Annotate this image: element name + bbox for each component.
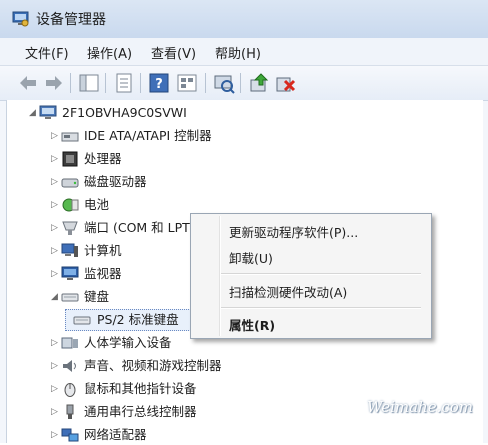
menu-file[interactable]: 文件(F) (25, 43, 69, 62)
show-hide-tree-icon[interactable] (78, 72, 100, 94)
network-icon (61, 428, 79, 442)
tree-item-label: 键盘 (84, 289, 110, 304)
keyboard-icon (61, 293, 79, 302)
context-update-driver[interactable]: 更新驱动程序软件(P)... (229, 222, 358, 241)
toolbar: ? (0, 66, 488, 101)
tree-item-label: 计算机 (84, 243, 122, 258)
window-title: 设备管理器 (36, 12, 106, 28)
collapse-arrow-icon[interactable]: ◢ (29, 103, 39, 123)
tree-item-label: 磁盘驱动器 (84, 174, 147, 189)
battery-icon (62, 198, 79, 212)
expand-arrow-icon[interactable]: ▷ (51, 402, 61, 422)
expand-arrow-icon[interactable]: ▷ (51, 126, 61, 146)
tree-item-label: 通用串行总线控制器 (84, 404, 197, 419)
tree-root-label: 2F1OBVHA9C0SVWI (62, 105, 187, 120)
toolbar-separator (140, 73, 141, 93)
keyboard-icon (73, 316, 91, 325)
context-menu-separator (221, 307, 421, 309)
expand-arrow-icon[interactable]: ▷ (51, 333, 61, 353)
monitor-icon (61, 266, 79, 280)
context-uninstall[interactable]: 卸载(U) (229, 248, 273, 267)
disk-drive-icon (61, 178, 79, 188)
context-scan-hardware[interactable]: 扫描检测硬件改动(A) (229, 282, 347, 301)
expand-arrow-icon[interactable]: ▷ (51, 379, 61, 399)
menu-view[interactable]: 查看(V) (151, 43, 196, 62)
svg-text:?: ? (155, 77, 163, 92)
tree-item-label: 电池 (84, 197, 110, 212)
help-icon[interactable]: ? (148, 72, 170, 94)
update-driver-icon[interactable] (248, 72, 270, 94)
port-icon (62, 221, 78, 235)
expand-arrow-icon[interactable]: ▷ (51, 356, 61, 376)
title-bar: 设备管理器 (0, 0, 488, 39)
tree-item-label: 鼠标和其他指针设备 (84, 381, 197, 396)
collapse-arrow-icon[interactable]: ◢ (51, 287, 61, 307)
expand-arrow-icon[interactable]: ▷ (51, 172, 61, 192)
device-manager-window: 设备管理器 文件(F) 操作(A) 查看(V) 帮助(H) ? ◢ 2F1OBV… (0, 0, 488, 443)
expand-arrow-icon[interactable]: ▷ (51, 425, 61, 445)
computer-icon (61, 243, 78, 257)
tree-item-label: IDE ATA/ATAPI 控制器 (84, 128, 212, 143)
tree-item-label: 人体学输入设备 (84, 335, 172, 350)
watermark: Weimahe.com (367, 398, 473, 416)
ide-controller-icon (61, 132, 79, 142)
sound-icon (63, 360, 76, 372)
uninstall-icon[interactable] (274, 72, 296, 94)
tree-item-label: 处理器 (84, 151, 122, 166)
device-manager-icon (12, 11, 29, 27)
hid-icon (61, 337, 78, 349)
context-menu-separator (221, 273, 421, 275)
context-menu: 更新驱动程序软件(P)... 卸载(U) 扫描检测硬件改动(A) 属性(R) (190, 213, 432, 339)
toolbar-separator (105, 73, 106, 93)
usb-icon (66, 404, 74, 419)
tree-item-label: 监视器 (84, 266, 122, 281)
toolbar-separator (70, 73, 71, 93)
view-icon[interactable] (176, 72, 198, 94)
expand-arrow-icon[interactable]: ▷ (51, 264, 61, 284)
tree-item-label: 端口 (COM 和 LPT) (84, 220, 195, 235)
toolbar-separator (205, 73, 206, 93)
forward-arrow-icon[interactable] (43, 72, 65, 94)
tree-item-label: PS/2 标准键盘 (97, 312, 179, 327)
context-properties[interactable]: 属性(R) (229, 315, 275, 334)
menu-action[interactable]: 操作(A) (87, 43, 132, 62)
processor-icon (62, 151, 78, 167)
mouse-icon (64, 383, 76, 397)
scan-hardware-icon[interactable] (213, 72, 235, 94)
computer-icon (39, 105, 57, 119)
back-arrow-icon[interactable] (17, 72, 39, 94)
expand-arrow-icon[interactable]: ▷ (51, 195, 61, 215)
expand-arrow-icon[interactable]: ▷ (51, 149, 61, 169)
tree-item-label: 声音、视频和游戏控制器 (84, 358, 222, 373)
expand-arrow-icon[interactable]: ▷ (51, 241, 61, 261)
context-menu-icon-strip (219, 216, 221, 336)
menu-bar: 文件(F) 操作(A) 查看(V) 帮助(H) (0, 38, 488, 66)
menu-help[interactable]: 帮助(H) (215, 43, 261, 62)
properties-icon[interactable] (113, 72, 135, 94)
tree-item-label: 网络适配器 (84, 427, 147, 442)
toolbar-separator (240, 73, 241, 93)
expand-arrow-icon[interactable]: ▷ (51, 218, 61, 238)
